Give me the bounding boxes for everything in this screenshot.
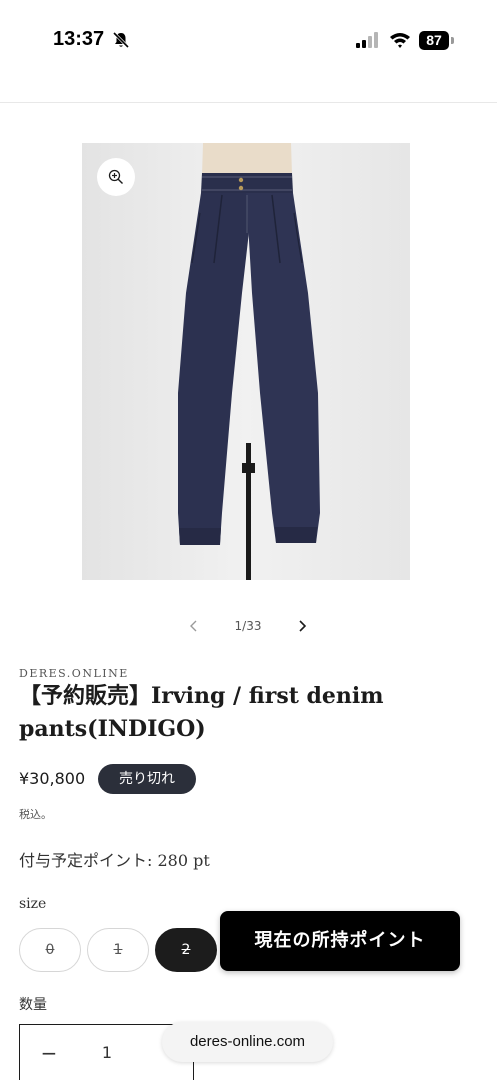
size-option-2[interactable]: 2	[155, 928, 217, 972]
battery-level: 87	[419, 31, 449, 50]
bell-slash-icon	[112, 31, 130, 49]
size-label: size	[19, 896, 47, 912]
wifi-icon	[390, 33, 410, 48]
chevron-left-icon[interactable]	[186, 618, 202, 634]
size-option-1[interactable]: 1	[87, 928, 149, 972]
slide-counter: 1/33	[234, 619, 262, 633]
chevron-right-icon[interactable]	[294, 618, 310, 634]
quantity-minus-button[interactable]: −	[38, 1041, 60, 1067]
current-points-button[interactable]: 現在の所持ポイント	[220, 911, 460, 971]
quantity-label: 数量	[19, 997, 47, 1013]
quantity-input[interactable]: 1	[90, 1043, 124, 1062]
product-title: 【予約販売】Irving / first denim pants(INDIGO)	[19, 683, 384, 742]
vendor-name: DERES.ONLINE	[19, 667, 129, 680]
browser-url-bar[interactable]: deres-online.com	[162, 1022, 333, 1062]
zoom-button[interactable]	[97, 158, 135, 196]
header-divider	[0, 102, 497, 103]
status-bar: 13:37 87	[0, 0, 497, 80]
product-image[interactable]	[82, 143, 410, 580]
status-time: 13:37	[53, 28, 105, 50]
sold-out-badge: 売り切れ	[98, 764, 196, 794]
zoom-in-icon	[108, 169, 123, 184]
battery-icon: 87	[419, 31, 455, 50]
denim-pants-photo	[82, 143, 410, 580]
slider-nav: 1/33	[180, 612, 320, 640]
points-earned: 付与予定ポイント: 280 pt	[19, 851, 210, 870]
product-price: ¥30,800	[19, 769, 86, 788]
tax-note: 税込。	[19, 808, 52, 821]
cellular-signal-icon	[356, 32, 378, 48]
battery-cap	[451, 37, 454, 44]
size-option-0[interactable]: 0	[19, 928, 81, 972]
